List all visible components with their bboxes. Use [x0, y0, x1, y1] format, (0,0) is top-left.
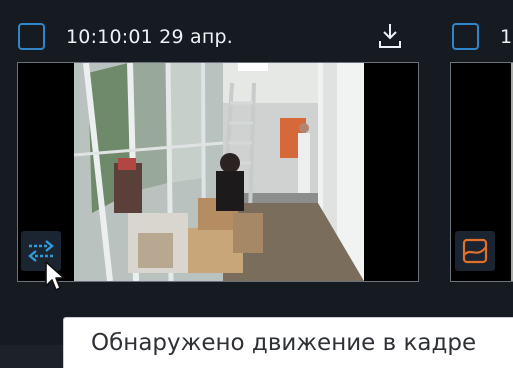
camera-card-2[interactable]: 1: [440, 0, 513, 300]
camera-video-frame-1[interactable]: [17, 62, 419, 282]
camera-scene-image: [18, 63, 418, 281]
camera-video-frame-2[interactable]: [450, 62, 513, 282]
line-crossing-icon: [461, 237, 489, 269]
tooltip: Обнаружено движение в кадре: [63, 317, 513, 368]
camera-card-1[interactable]: 10:10:01 29 апр.: [0, 0, 440, 300]
camera-timestamp-2: 1: [500, 26, 513, 48]
camera-select-checkbox-2[interactable]: [452, 23, 479, 50]
mouse-cursor-icon: [44, 260, 66, 298]
download-icon[interactable]: [377, 20, 403, 50]
camera-timestamp-1: 10:10:01 29 апр.: [66, 26, 233, 48]
camera-select-checkbox-1[interactable]: [18, 23, 45, 50]
panel-edge: [0, 345, 64, 368]
line-cross-event-badge[interactable]: [455, 231, 495, 271]
